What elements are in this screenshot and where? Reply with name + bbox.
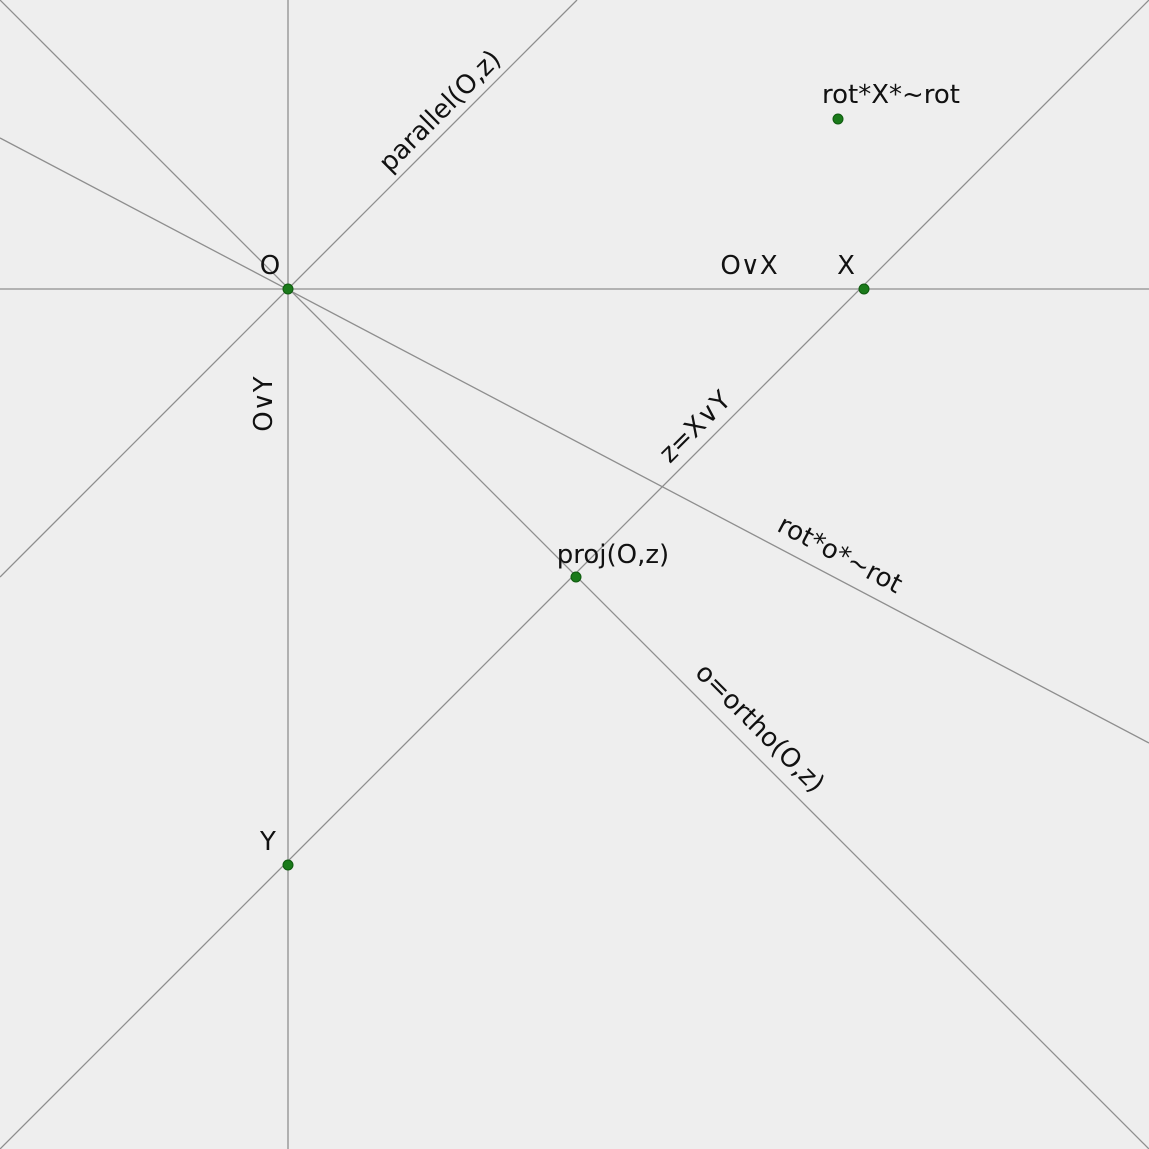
label-x: X — [837, 251, 855, 281]
label-o: O — [260, 251, 280, 281]
point-y[interactable] — [282, 859, 294, 871]
point-proj[interactable] — [570, 571, 582, 583]
point-o[interactable] — [282, 283, 294, 295]
label-rot-point: rot*X*~rot — [822, 80, 960, 110]
point-rot[interactable] — [832, 113, 844, 125]
label-y: Y — [259, 827, 276, 857]
label-line-o-join-x: O∨X — [720, 251, 777, 281]
geometry-canvas: O X Y proj(O,z) rot*X*~rot O∨X O∨Y z=X∨Y… — [0, 0, 1149, 1149]
point-x[interactable] — [858, 283, 870, 295]
label-line-o-join-y: O∨Y — [249, 376, 279, 431]
label-proj: proj(O,z) — [557, 540, 669, 570]
